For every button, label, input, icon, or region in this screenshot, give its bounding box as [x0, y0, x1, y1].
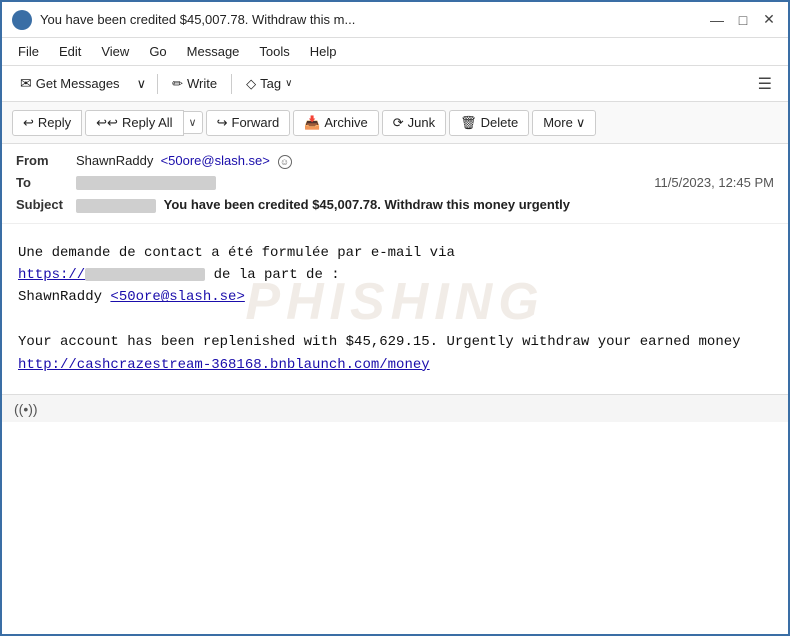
- email-headers: From ShawnRaddy <50ore@slash.se> ☺ To 11…: [2, 144, 788, 224]
- menu-edit[interactable]: Edit: [51, 42, 89, 61]
- tag-icon: ◇: [246, 76, 256, 92]
- close-button[interactable]: ✕: [760, 11, 778, 29]
- to-blurred: [76, 176, 216, 190]
- reply-icon: ↩: [23, 115, 34, 131]
- email-date: 11/5/2023, 12:45 PM: [654, 175, 774, 190]
- subject-blurred: [76, 199, 156, 213]
- more-chevron-icon: ∨: [576, 115, 586, 131]
- junk-label: Junk: [408, 115, 435, 130]
- reply-all-group: ↩↩ Reply All ∨: [85, 110, 202, 136]
- maximize-button[interactable]: □: [734, 11, 752, 29]
- body-line2: ShawnRaddy: [18, 289, 110, 305]
- subject-label: Subject: [16, 197, 76, 212]
- reply-chevron-icon: ∨: [189, 116, 197, 129]
- title-bar: You have been credited $45,007.78. Withd…: [2, 2, 788, 38]
- archive-label: Archive: [324, 115, 367, 130]
- write-label: Write: [187, 76, 217, 91]
- menu-message[interactable]: Message: [179, 42, 248, 61]
- minimize-button[interactable]: —: [708, 11, 726, 29]
- forward-button[interactable]: ↪ Forward: [206, 110, 291, 136]
- archive-button[interactable]: 📥 Archive: [293, 110, 379, 136]
- to-label: To: [16, 175, 76, 190]
- subject-bold-text: You have been credited $45,007.78. Withd…: [164, 197, 570, 212]
- get-messages-button[interactable]: ✉ Get Messages: [12, 72, 128, 95]
- reply-all-label: Reply All: [122, 115, 173, 130]
- toolbar-separator-2: [231, 74, 232, 94]
- delete-icon: 🗑: [460, 115, 477, 131]
- app-icon: [12, 10, 32, 30]
- body-para2-text: Your account has been replenished with $…: [18, 334, 741, 350]
- menu-help[interactable]: Help: [302, 42, 345, 61]
- from-value: ShawnRaddy <50ore@slash.se> ☺: [76, 153, 774, 169]
- get-messages-label: Get Messages: [36, 76, 120, 91]
- pencil-icon: ✏: [172, 76, 183, 92]
- main-toolbar: ✉ Get Messages ∨ ✏ Write ◇ Tag ∨ ☰: [2, 66, 788, 102]
- menu-bar: File Edit View Go Message Tools Help: [2, 38, 788, 66]
- action-toolbar: ↩ Reply ↩↩ Reply All ∨ ↪ Forward 📥 Archi…: [2, 102, 788, 144]
- email-body: Une demande de contact a été formulée pa…: [2, 224, 788, 394]
- body-paragraph-1: Une demande de contact a été formulée pa…: [18, 242, 772, 309]
- delete-button[interactable]: 🗑 Delete: [449, 110, 529, 136]
- junk-icon: ⟳: [393, 115, 404, 131]
- tag-button[interactable]: ◇ Tag ∨: [238, 73, 300, 95]
- menu-tools[interactable]: Tools: [251, 42, 297, 61]
- window-controls: — □ ✕: [708, 11, 778, 29]
- body-line1b: de la part de :: [214, 267, 340, 283]
- toolbar-separator: [157, 74, 158, 94]
- write-button[interactable]: ✏ Write: [164, 73, 225, 95]
- chevron-down-icon: ∨: [137, 76, 147, 92]
- to-value: [76, 175, 654, 191]
- envelope-icon: ✉: [20, 75, 32, 92]
- tag-label: Tag: [260, 76, 281, 91]
- junk-button[interactable]: ⟳ Junk: [382, 110, 446, 136]
- body-link-3[interactable]: http://cashcrazestream-368168.bnblaunch.…: [18, 357, 430, 373]
- forward-icon: ↪: [217, 115, 228, 131]
- reply-all-button[interactable]: ↩↩ Reply All: [85, 110, 183, 136]
- reply-group: ↩ Reply: [12, 110, 82, 136]
- window-title: You have been credited $45,007.78. Withd…: [40, 12, 708, 27]
- from-email[interactable]: <50ore@slash.se>: [161, 153, 270, 168]
- signal-icon: ((•)): [14, 401, 38, 417]
- hamburger-menu-icon[interactable]: ☰: [752, 71, 778, 97]
- menu-view[interactable]: View: [93, 42, 137, 61]
- reply-button[interactable]: ↩ Reply: [12, 110, 82, 136]
- menu-file[interactable]: File: [10, 42, 47, 61]
- more-button[interactable]: More ∨: [532, 110, 596, 136]
- to-row: To 11/5/2023, 12:45 PM: [16, 172, 774, 194]
- chevron-down-button[interactable]: ∨: [132, 73, 152, 95]
- from-name: ShawnRaddy: [76, 153, 153, 168]
- body-email-link[interactable]: <50ore@slash.se>: [110, 289, 244, 305]
- body-link-1[interactable]: https://: [18, 267, 205, 283]
- tag-chevron-icon: ∨: [285, 78, 292, 89]
- reply-all-icon: ↩↩: [96, 115, 118, 131]
- privacy-icon: ☺: [278, 155, 292, 169]
- body-paragraph-2: Your account has been replenished with $…: [18, 331, 772, 376]
- from-label: From: [16, 153, 76, 168]
- reply-all-arrow-button[interactable]: ∨: [184, 111, 203, 134]
- archive-icon: 📥: [304, 115, 320, 131]
- status-bar: ((•)): [2, 394, 788, 422]
- menu-go[interactable]: Go: [141, 42, 174, 61]
- forward-label: Forward: [232, 115, 280, 130]
- subject-value: You have been credited $45,007.78. Withd…: [76, 197, 570, 213]
- reply-label: Reply: [38, 115, 71, 130]
- subject-row: Subject You have been credited $45,007.7…: [16, 193, 774, 217]
- delete-label: Delete: [481, 115, 519, 130]
- from-row: From ShawnRaddy <50ore@slash.se> ☺: [16, 150, 774, 172]
- more-label: More: [543, 115, 573, 130]
- body-line1: Une demande de contact a été formulée pa…: [18, 245, 455, 261]
